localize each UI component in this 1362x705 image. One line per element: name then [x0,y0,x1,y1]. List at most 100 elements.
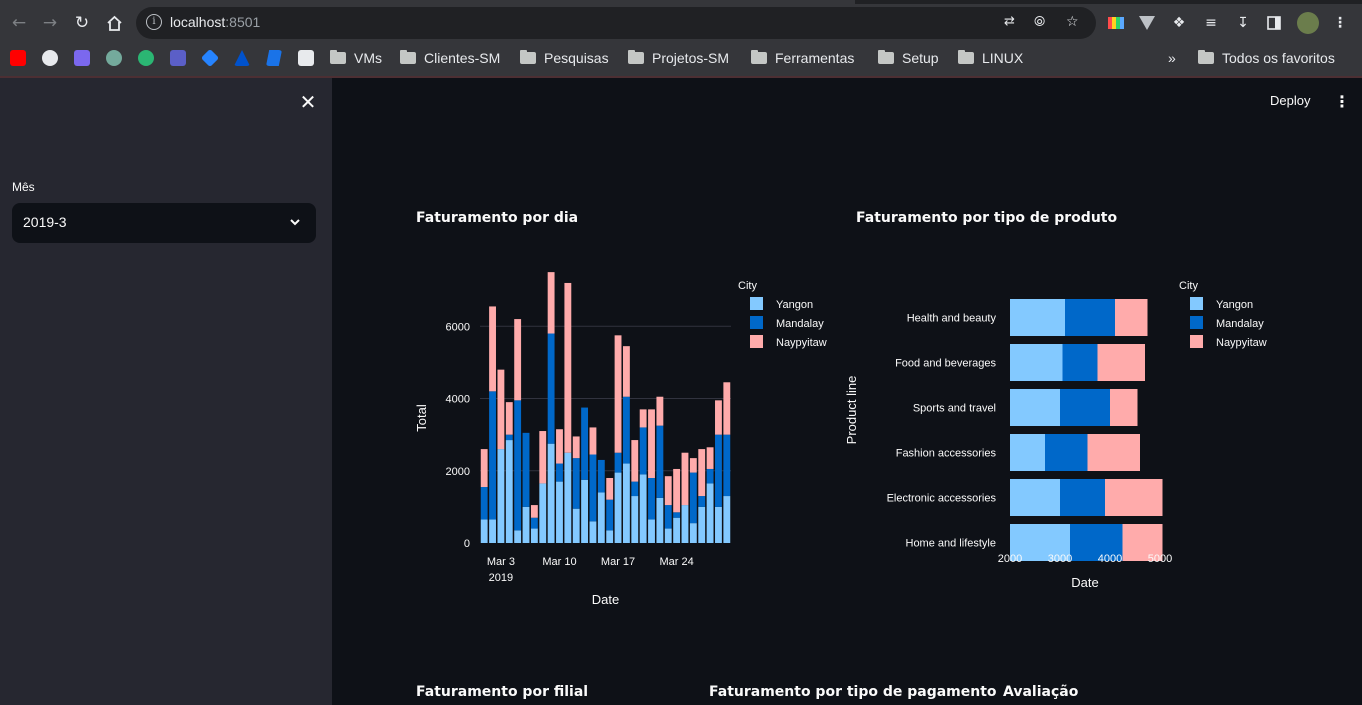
bar-segment-naypyitaw [631,440,639,482]
month-label: Mês [12,180,35,194]
bar-segment-yangon [1010,479,1060,516]
main-content: Deploy ⋮ Faturamento por dia Faturamento… [332,78,1362,705]
y-tick-label: 6000 [446,321,470,333]
bar-segment-yangon [681,505,689,543]
youtube-icon[interactable] [10,50,26,66]
translate-icon[interactable]: ⇄ [1004,14,1015,29]
chatgpt-icon[interactable] [106,50,122,66]
bookmark-folder-all[interactable]: Todos os favoritos [1198,47,1335,69]
bar-segment-yangon [631,496,639,543]
bar-segment-naypyitaw [556,429,563,464]
bookmark-folder-clientes-sm[interactable]: Clientes-SM [400,47,500,69]
folder-icon [751,50,767,64]
bar-segment-mandalay [581,407,589,480]
y-tick-label: 4000 [446,394,470,406]
bookmarks-bar: VMs Clientes-SM Pesquisas Projetos-SM Fe… [0,42,1362,74]
bar-segment-yangon [606,530,614,543]
bar-segment-naypyitaw [497,369,505,450]
close-sidebar-icon[interactable]: ✕ [298,92,318,112]
navigation-bar: ← → ↻ i localhost:8501 ⇄ ⦾ ☆ ❖ ≡ ↧ ⋮ [0,4,1362,42]
jira-icon[interactable] [200,48,220,68]
bar-segment-naypyitaw [505,402,513,435]
x-tick-label: 4000 [1098,553,1122,565]
side-panel-icon[interactable] [1265,14,1283,32]
x-tick-label: 3000 [1048,553,1072,565]
vue-devtools-extension-icon[interactable] [1138,14,1156,32]
bar-segment-yangon [1010,344,1063,381]
bar-segment-naypyitaw [673,468,681,513]
extensions-puzzle-icon[interactable]: ❖ [1170,14,1188,32]
bar-segment-naypyitaw [606,477,614,500]
bar-segment-mandalay [480,487,488,520]
x-axis-label: Date [592,592,619,607]
bar-segment-naypyitaw [689,458,697,473]
forward-icon[interactable]: → [37,10,63,36]
address-bar[interactable]: i localhost:8501 ⇄ ⦾ ☆ [136,7,1096,39]
site-info-icon[interactable]: i [146,14,162,30]
bar-segment-mandalay [648,477,655,520]
bookmark-folder-linux[interactable]: LINUX [958,47,1023,69]
bar-segment-yangon [656,497,664,543]
clickup-icon[interactable] [74,50,90,66]
bar-segment-naypyitaw [572,436,580,459]
bar-segment-yangon [547,443,555,543]
bar-segment-mandalay [522,432,530,507]
bar-segment-mandalay [1045,434,1088,471]
chevron-down-icon [290,219,300,226]
bar-segment-naypyitaw [723,382,731,435]
bar-segment-mandalay [715,434,722,507]
deploy-button[interactable]: Deploy [1270,93,1310,108]
category-label: Health and beauty [907,313,997,325]
browser-menu-icon[interactable]: ⋮ [1331,14,1349,32]
legend-label: Naypyitaw [1216,337,1267,349]
bar-segment-yangon [1010,389,1060,426]
bookmark-folder-ferramentas[interactable]: Ferramentas [751,47,854,69]
sidebar: ✕ Mês 2019-3 [0,78,332,705]
main-menu-icon[interactable]: ⋮ [1334,92,1350,111]
bar-segment-yangon [522,506,530,543]
bar-segment-mandalay [639,427,647,475]
bookmark-star-icon[interactable]: ☆ [1066,14,1079,30]
atlassian-icon[interactable] [234,50,250,66]
bookmark-green-icon[interactable] [138,50,154,66]
bookmark-blue-icon[interactable] [266,50,282,66]
download-icon[interactable]: ↧ [1234,14,1252,32]
bar-segment-naypyitaw [681,452,689,506]
category-label: Home and lifestyle [906,538,997,550]
legend-swatch-naypyitaw [1190,335,1203,348]
reload-icon[interactable]: ↻ [69,10,95,36]
folder-icon [400,50,416,64]
bar-segment-yangon [564,452,572,543]
home-icon[interactable] [101,10,127,36]
back-icon[interactable]: ← [6,10,32,36]
color-picker-extension-icon[interactable] [1107,14,1125,32]
daily-revenue-chart[interactable]: 0 2000 4000 6000 Mar 3 Mar 10 Mar 17 Mar 24 2019… [406,268,846,618]
share-icon[interactable]: ⦾ [1034,14,1045,30]
bar-segment-naypyitaw [706,447,714,469]
bar-segment-naypyitaw [1110,389,1138,426]
teams-icon[interactable] [170,50,186,66]
bookmark-folder-setup[interactable]: Setup [878,47,939,69]
product-revenue-chart[interactable]: Health and beauty Food and beverages Sport… [846,268,1306,618]
bar-segment-naypyitaw [564,282,572,453]
reading-list-icon[interactable]: ≡ [1202,14,1220,32]
x-tick-year-label: 2019 [489,572,513,584]
y-axis-label: Product line [846,376,859,445]
bookmark-folder-vms[interactable]: VMs [330,47,382,69]
bar-segment-yangon [514,530,522,543]
bar-segment-naypyitaw [530,505,538,518]
bookmark-sm-icon[interactable] [298,50,314,66]
folder-icon [958,50,974,64]
github-icon[interactable] [42,50,58,66]
profile-avatar[interactable] [1297,12,1319,34]
bookmark-folder-projetos-sm[interactable]: Projetos-SM [628,47,729,69]
bar-segment-naypyitaw [614,335,622,453]
bar-segment-naypyitaw [1105,479,1163,516]
bar-segment-mandalay [530,517,538,529]
bar-segment-mandalay [631,481,639,497]
bar-segment-yangon [489,519,496,543]
x-tick-label: Mar 3 [487,556,515,568]
bookmark-folder-pesquisas[interactable]: Pesquisas [520,47,609,69]
bookmarks-overflow-button[interactable]: » [1168,47,1176,69]
month-select[interactable]: 2019-3 [12,203,316,243]
